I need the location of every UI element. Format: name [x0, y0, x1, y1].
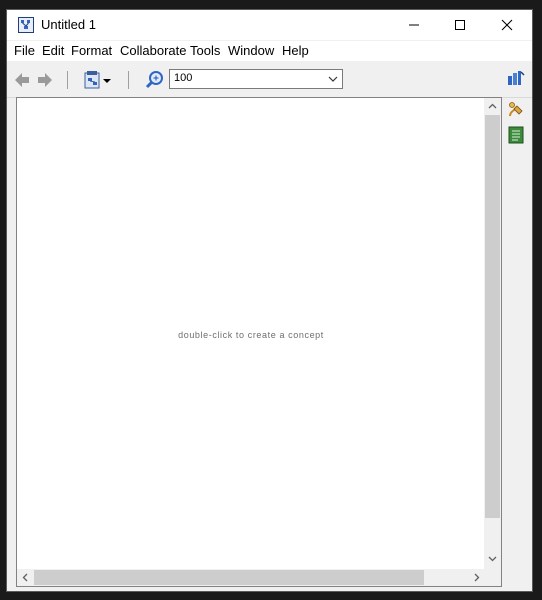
menu-file[interactable]: File: [14, 43, 35, 58]
menu-help[interactable]: Help: [282, 43, 309, 58]
menu-edit[interactable]: Edit: [42, 43, 64, 58]
app-window: Untitled 1 File Edit Format Collaborate …: [6, 9, 533, 592]
title-bar[interactable]: Untitled 1: [7, 10, 532, 40]
close-icon: [501, 19, 513, 31]
page-view-icon[interactable]: [83, 70, 113, 90]
horizontal-scroll-thumb[interactable]: [34, 570, 424, 585]
maximize-icon: [455, 20, 465, 30]
menu-format[interactable]: Format: [71, 43, 112, 58]
back-arrow-icon[interactable]: [14, 72, 30, 88]
canvas-hint: double-click to create a concept: [178, 330, 324, 340]
app-logo-icon: [18, 17, 34, 33]
vertical-scroll-thumb[interactable]: [485, 115, 500, 518]
scroll-down-icon[interactable]: [488, 554, 497, 563]
window-title: Untitled 1: [41, 17, 96, 32]
close-button[interactable]: [484, 10, 530, 40]
toolbar: 100: [7, 62, 532, 98]
zoom-value: 100: [174, 72, 193, 84]
forward-arrow-icon[interactable]: [37, 72, 53, 88]
zoom-select[interactable]: 100: [169, 69, 343, 89]
notes-book-icon[interactable]: [508, 126, 524, 144]
concept-map-canvas[interactable]: double-click to create a concept: [16, 97, 502, 587]
scrollbar-corner: [484, 569, 501, 586]
minimize-button[interactable]: [391, 10, 437, 40]
zoom-magnifier-icon[interactable]: [145, 70, 165, 90]
style-brush-icon[interactable]: [507, 101, 525, 119]
vertical-scrollbar[interactable]: [484, 98, 501, 569]
scroll-up-icon[interactable]: [488, 102, 497, 111]
scroll-left-icon[interactable]: [21, 573, 30, 582]
scroll-right-icon[interactable]: [472, 573, 481, 582]
toolbar-separator-2: [128, 71, 129, 89]
menu-tools[interactable]: Tools: [190, 43, 220, 58]
toolbar-separator: [67, 71, 68, 89]
menu-bar: File Edit Format Collaborate Tools Windo…: [7, 41, 532, 61]
minimize-icon: [409, 24, 419, 26]
menu-window[interactable]: Window: [228, 43, 274, 58]
horizontal-scrollbar[interactable]: [17, 569, 486, 586]
maximize-button[interactable]: [437, 10, 483, 40]
chevron-down-icon: [328, 76, 338, 82]
menu-collaborate[interactable]: Collaborate: [120, 43, 187, 58]
cmap-tools-icon[interactable]: [507, 70, 525, 88]
